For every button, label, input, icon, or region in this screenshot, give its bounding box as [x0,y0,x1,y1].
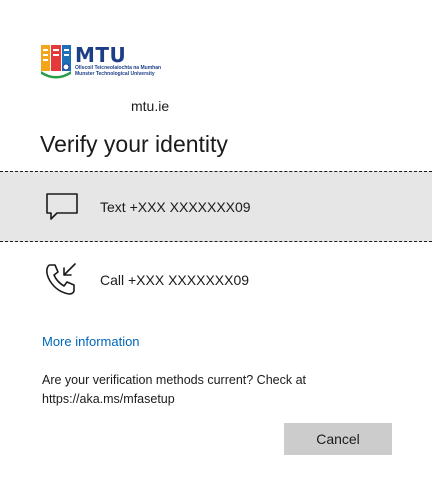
note-url: https://aka.ms/mfasetup [42,392,175,406]
note-text: Are your verification methods current? C… [42,373,307,387]
logo-title: MTU [75,43,127,67]
verify-option-call[interactable]: Call +XXX XXXXXXX09 [0,244,432,315]
more-information-link[interactable]: More information [42,334,140,349]
verify-option-text-label: Text +XXX XXXXXXX09 [100,198,251,215]
mtu-logo: MTU Ollscoil Teicneolaíochta na Mumhan M… [40,41,170,81]
message-icon [46,193,78,220]
account-domain: mtu.ie [131,98,170,114]
logo-subtitle-english: Munster Technological University [75,71,155,77]
verify-option-text[interactable]: Text +XXX XXXXXXX09 [0,171,432,242]
verification-methods-note: Are your verification methods current? C… [42,371,342,409]
cancel-button[interactable]: Cancel [284,423,392,455]
page-title: Verify your identity [40,131,228,157]
verify-option-call-label: Call +XXX XXXXXXX09 [100,271,250,288]
mtu-crest-icon [41,45,71,79]
verify-identity-dialog: MTU Ollscoil Teicneolaíochta na Mumhan M… [0,0,443,481]
phone-call-icon [46,263,76,295]
